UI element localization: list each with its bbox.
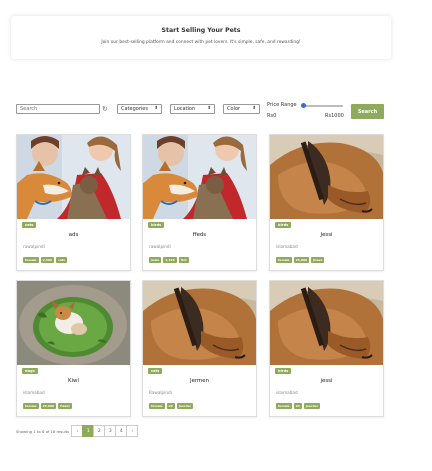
banner-title: Start Selling Your Pets: [161, 27, 241, 34]
pet-card[interactable]: birds ffeds rawalpindi male 4,326 Hot: [142, 134, 257, 271]
pagination: Showing 1 to 6 of 18 results ‹ 1 2 3 4 ›: [16, 424, 139, 438]
banner-subtitle: Join our best-selling platform and conne…: [101, 40, 301, 45]
chevron-updown-icon: ⬍: [154, 106, 158, 111]
pet-name[interactable]: ffeds: [143, 232, 256, 238]
pet-location: islamabad: [276, 390, 298, 395]
price-max: Rs1000: [325, 113, 344, 119]
pet-tag: 25,000: [293, 257, 310, 263]
pet-tags: male 4,326 Hot: [149, 257, 189, 263]
pet-name[interactable]: jessi: [270, 378, 383, 384]
pet-tag: Hot: [178, 257, 189, 263]
pet-photo[interactable]: [270, 135, 383, 219]
pet-card[interactable]: cats Jermen Rawalpindi female 20 Jeorder: [142, 280, 257, 417]
price-range: Price Range Rs0 Rs1000: [267, 101, 347, 123]
pet-tag: 20: [166, 403, 175, 409]
pet-location: islamabad: [23, 390, 45, 395]
pet-location: islamabad: [276, 244, 298, 249]
price-slider-track[interactable]: [302, 105, 343, 107]
pet-location: Rawalpindi: [149, 390, 172, 395]
next-page-button[interactable]: ›: [126, 425, 139, 437]
location-select[interactable]: Location ⬍: [170, 104, 215, 114]
pet-name[interactable]: Jessi: [270, 232, 383, 238]
category-badge: birds: [275, 222, 292, 228]
filter-bar: ↻ Categories⬍ Location⬍ Color⬍ Price Ran…: [16, 101, 416, 123]
pet-tags: female 2,500 cats: [23, 257, 68, 263]
pet-name[interactable]: Jermen: [143, 378, 256, 384]
chevron-updown-icon: ⬍: [252, 106, 256, 111]
pet-location: rawalpindi: [23, 244, 45, 249]
category-badge: dogs: [22, 368, 38, 374]
pet-tag: female: [276, 403, 292, 409]
category-badge: birds: [275, 368, 292, 374]
pet-tags: female 20 Jeorder: [149, 403, 194, 409]
category-badge: birds: [148, 222, 165, 228]
pet-tag: male: [149, 257, 162, 263]
pet-tags: female 25,000 Jhaak: [276, 257, 325, 263]
pet-photo[interactable]: [17, 135, 130, 219]
chevron-updown-icon: ⬍: [207, 106, 211, 111]
pet-tag: female: [149, 403, 165, 409]
price-slider-handle[interactable]: [301, 102, 306, 108]
pet-tags: female 25,000 Hazel: [23, 403, 72, 409]
refresh-icon[interactable]: ↻: [102, 106, 108, 113]
pet-tag: 4,326: [163, 257, 177, 263]
pet-name[interactable]: ads: [17, 232, 130, 238]
pet-photo[interactable]: [143, 281, 256, 365]
results-count: Showing 1 to 6 of 18 results: [16, 428, 70, 434]
pet-card[interactable]: birds jessi islamabad female 20 Jeorder: [269, 280, 384, 417]
pet-card[interactable]: dogs Kiwi islamabad female 25,000 Hazel: [16, 280, 131, 417]
pet-tag: 2,500: [40, 257, 55, 263]
pet-name[interactable]: Kiwi: [17, 378, 130, 384]
pet-tag: cats: [56, 257, 68, 263]
price-label: Price Range: [267, 102, 297, 108]
pet-tag: Jeorder: [176, 403, 194, 409]
pet-tag: Hazel: [58, 403, 72, 409]
pet-location: rawalpindi: [149, 244, 171, 249]
category-badge: cats: [148, 368, 163, 374]
pet-tag: 25,000: [40, 403, 57, 409]
pet-photo[interactable]: [17, 281, 130, 365]
price-min: Rs0: [267, 113, 277, 119]
pet-photo[interactable]: [143, 135, 256, 219]
pet-tags: female 20 Jeorder: [276, 403, 321, 409]
category-badge: cats: [22, 222, 37, 228]
pet-tag: 20: [293, 403, 302, 409]
pet-card[interactable]: cats ads rawalpindi female 2,500 cats: [16, 134, 131, 271]
pet-tag: female: [23, 257, 39, 263]
pet-tag: Jeorder: [303, 403, 321, 409]
color-select[interactable]: Color ⬍: [223, 104, 260, 114]
search-input[interactable]: [16, 104, 100, 114]
pet-tag: female: [276, 257, 292, 263]
pet-photo[interactable]: [270, 281, 383, 365]
pet-tag: Jhaak: [311, 257, 325, 263]
sell-banner: Start Selling Your Pets Join our best-se…: [11, 16, 391, 59]
pet-card[interactable]: birds Jessi islamabad female 25,000 Jhaak: [269, 134, 384, 271]
pet-tag: female: [23, 403, 39, 409]
category-select[interactable]: Categories ⬍: [117, 104, 162, 114]
search-button[interactable]: Search: [351, 104, 384, 119]
